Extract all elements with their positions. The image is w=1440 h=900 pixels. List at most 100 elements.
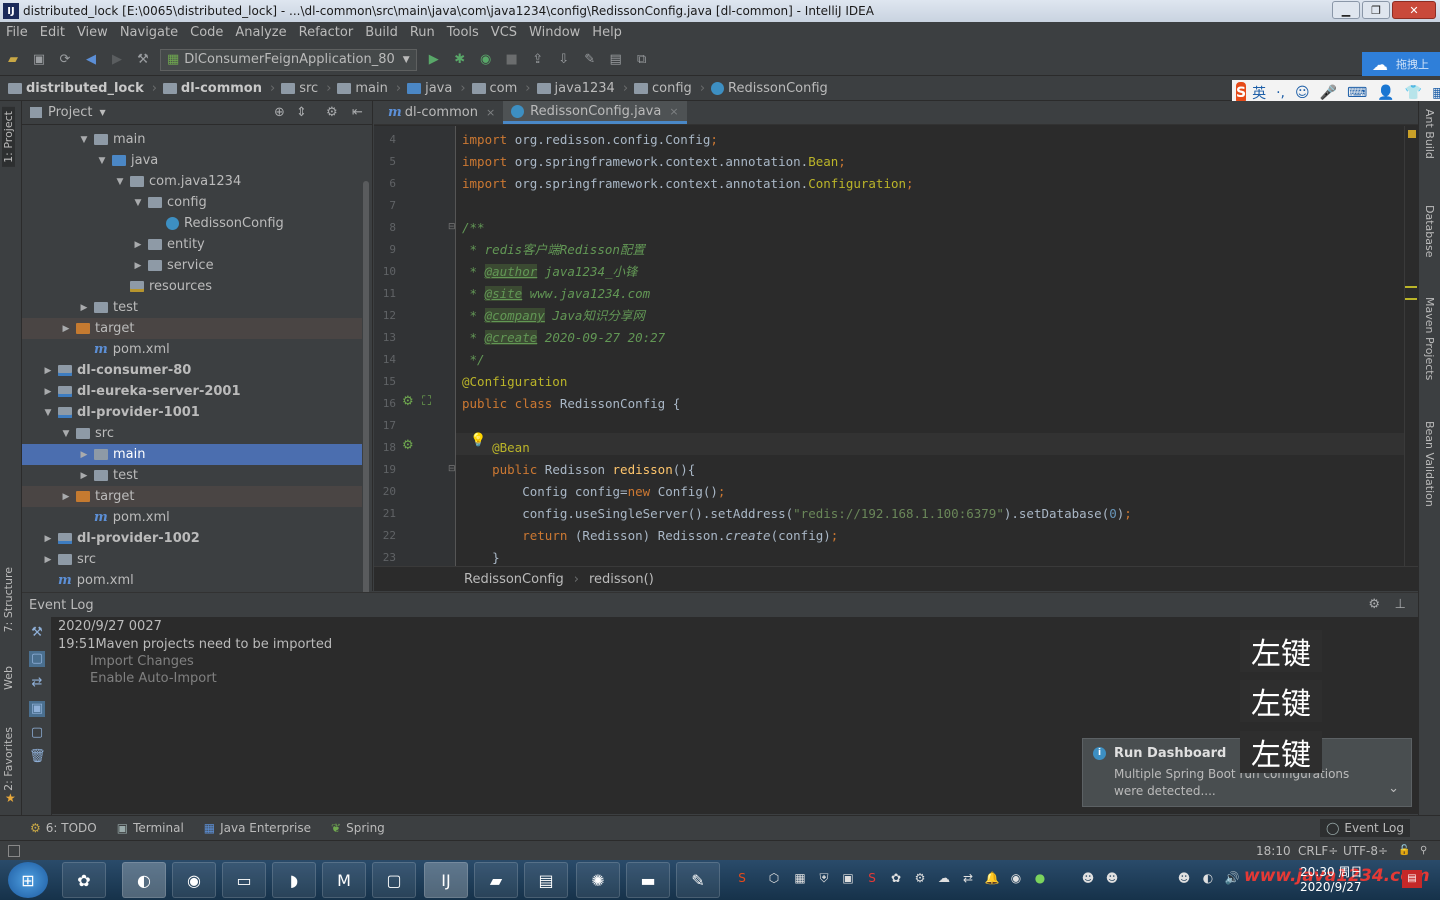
tray-icon[interactable]: ✿ xyxy=(888,871,904,887)
tray-icon[interactable]: ⇄ xyxy=(960,871,976,887)
tool-tab-java-enterprise[interactable]: ▦ Java Enterprise xyxy=(204,821,311,835)
collapsed-arrow-icon[interactable]: ▶ xyxy=(42,555,54,565)
lock-icon[interactable]: 🔓 xyxy=(1398,845,1410,856)
tool-tab-favorites[interactable]: 2: Favorites xyxy=(2,727,15,791)
expanded-arrow-icon[interactable]: ▼ xyxy=(42,408,54,418)
tool-tab-event-log[interactable]: ◯ Event Log xyxy=(1319,819,1410,837)
code-line[interactable]: import org.springframework.context.annot… xyxy=(462,151,846,173)
mark-read-icon[interactable]: ▢ xyxy=(29,725,45,741)
tree-item[interactable]: ▶ dl-eureka-server-2001 xyxy=(22,381,362,402)
code-line[interactable]: Config config=new Config(); xyxy=(462,481,725,503)
scroll-from-source-icon[interactable]: ⊕ xyxy=(274,105,285,120)
intellij-taskbar-icon[interactable]: IJ xyxy=(424,862,468,898)
tray-icon[interactable]: ⬡ xyxy=(766,871,782,887)
menu-item-window[interactable]: Window xyxy=(523,25,586,40)
taskbar-app-icon[interactable]: ✿ xyxy=(62,862,106,898)
open-folder-icon[interactable]: ▰ xyxy=(5,52,21,68)
taskbar-app-icon[interactable]: ▢ xyxy=(372,862,416,898)
tool-tab-todo[interactable]: ⚙ 6: TODO xyxy=(30,821,97,835)
expanded-arrow-icon[interactable]: ▼ xyxy=(60,429,72,439)
tray-icon[interactable]: ⚙ xyxy=(912,871,928,887)
sync-icon[interactable]: ⟳ xyxy=(57,52,73,68)
code-line[interactable]: * @author java1234_小锋 xyxy=(462,261,638,283)
clear-all-icon[interactable]: 🗑 xyxy=(29,749,46,765)
menu-item-refactor[interactable]: Refactor xyxy=(293,25,360,40)
tree-item[interactable]: ▶ main xyxy=(22,444,362,465)
tree-item[interactable]: ▼ config xyxy=(22,192,362,213)
editor-tab[interactable]: m dl-common × xyxy=(380,101,503,124)
menu-item-navigate[interactable]: Navigate xyxy=(114,25,184,40)
code-line[interactable]: /** xyxy=(462,217,485,239)
toolbox-icon[interactable]: ▦ xyxy=(1432,85,1440,101)
taskbar-app-icon[interactable]: ✺ xyxy=(576,862,620,898)
tray-icon[interactable]: ☁ xyxy=(936,871,952,887)
tree-item[interactable]: ▶ test xyxy=(22,465,362,486)
bean-method-icon[interactable]: ⚙ xyxy=(402,438,414,453)
qq-icon[interactable]: ☻ xyxy=(1104,871,1120,887)
project-panel-title[interactable]: Project xyxy=(48,105,92,120)
run-config-select[interactable]: ▦ DlConsumerFeignApplication_80 ▼ xyxy=(160,48,417,71)
menu-item-build[interactable]: Build xyxy=(359,25,404,40)
toggle-icon[interactable]: ▢ xyxy=(29,651,45,667)
hide-panel-icon[interactable]: ⊥ xyxy=(1395,597,1406,612)
line-separator[interactable]: CRLF÷ xyxy=(1298,844,1338,858)
close-tab-icon[interactable]: × xyxy=(486,106,495,119)
qq-icon[interactable]: ☻ xyxy=(1080,871,1096,887)
code-line[interactable]: * @site www.java1234.com xyxy=(462,283,650,305)
tree-item[interactable]: resources xyxy=(22,276,362,297)
spring-bean-icon[interactable]: ⚙ xyxy=(402,394,414,409)
close-tab-icon[interactable]: × xyxy=(669,105,678,118)
deploy-icon[interactable]: ⇩ xyxy=(556,52,572,68)
sdk-icon[interactable]: ⧉ xyxy=(634,52,650,68)
tree-item[interactable]: ▼ com.java1234 xyxy=(22,171,362,192)
project-scrollbar[interactable] xyxy=(363,181,369,621)
coverage-icon[interactable]: ◉ xyxy=(478,52,494,68)
import-changes-link[interactable]: Import Changes xyxy=(90,654,194,669)
collapsed-arrow-icon[interactable]: ▶ xyxy=(132,261,144,271)
file-encoding[interactable]: UTF-8÷ xyxy=(1343,844,1388,858)
tree-item[interactable]: ▼ main xyxy=(22,129,362,150)
maximize-button[interactable]: ❐ xyxy=(1362,1,1390,19)
taskbar-app-icon[interactable]: ◐ xyxy=(122,862,166,898)
nav-crumb[interactable]: dl-common xyxy=(162,81,262,96)
voice-icon[interactable]: 🎤 xyxy=(1320,85,1337,101)
baidu-cloud-widget[interactable]: ☁ 拖拽上 xyxy=(1362,52,1440,76)
tray-icon[interactable]: S xyxy=(864,871,880,887)
code-line[interactable]: * @company Java知识分享网 xyxy=(462,305,645,327)
back-icon[interactable]: ◀ xyxy=(83,52,99,68)
code-line[interactable]: return (Redisson) Redisson.create(config… xyxy=(462,525,838,547)
collapse-all-icon[interactable]: ⇕ xyxy=(296,105,307,120)
settings-icon[interactable]: ⚒ xyxy=(29,625,45,641)
taskbar-app-icon[interactable]: ✎ xyxy=(676,862,720,898)
tree-item[interactable]: ▼ java xyxy=(22,150,362,171)
tool-tab-structure[interactable]: 7: Structure xyxy=(2,567,15,632)
nav-crumb[interactable]: src xyxy=(281,81,318,96)
caret-position[interactable]: 18:10 xyxy=(1256,844,1291,858)
nav-crumb[interactable]: java1234 xyxy=(536,81,615,96)
tree-item[interactable]: ▼ dl-provider-1001 xyxy=(22,402,362,423)
code-line[interactable]: public class RedissonConfig { xyxy=(462,393,680,415)
collapsed-arrow-icon[interactable]: ▶ xyxy=(132,240,144,250)
notification-center-icon[interactable]: ▤ xyxy=(1402,870,1422,888)
tool-tab-spring[interactable]: ❦ Spring xyxy=(331,821,385,835)
tool-windows-icon[interactable] xyxy=(8,844,20,857)
tree-item[interactable]: m pom.xml xyxy=(22,339,362,360)
tray-icon[interactable]: ▦ xyxy=(792,871,808,887)
save-all-icon[interactable]: ▣ xyxy=(31,52,47,68)
collapsed-arrow-icon[interactable]: ▶ xyxy=(42,387,54,397)
code-line[interactable]: @Bean xyxy=(462,437,530,459)
tool-tab-ant-build[interactable]: Ant Build xyxy=(1423,109,1436,159)
project-structure-icon[interactable]: ▤ xyxy=(608,52,624,68)
stop-icon[interactable]: ■ xyxy=(504,52,520,68)
code-line[interactable]: @Configuration xyxy=(462,371,567,393)
nav-crumb[interactable]: distributed_lock xyxy=(8,81,144,96)
remote-desktop-icon[interactable]: ▭ xyxy=(222,862,266,898)
menu-item-code[interactable]: Code xyxy=(184,25,229,40)
nav-crumb[interactable]: com xyxy=(471,81,517,96)
tool-tab-maven-projects[interactable]: Maven Projects xyxy=(1423,297,1436,380)
explorer-icon[interactable]: ▰ xyxy=(474,862,518,898)
clock-time[interactable]: 20:30 周日 xyxy=(1300,863,1362,880)
git-icon[interactable]: ⚲ xyxy=(1420,845,1427,856)
chevron-down-icon[interactable]: ▼ xyxy=(99,108,105,117)
volume-icon[interactable]: 🔊 xyxy=(1224,871,1240,887)
